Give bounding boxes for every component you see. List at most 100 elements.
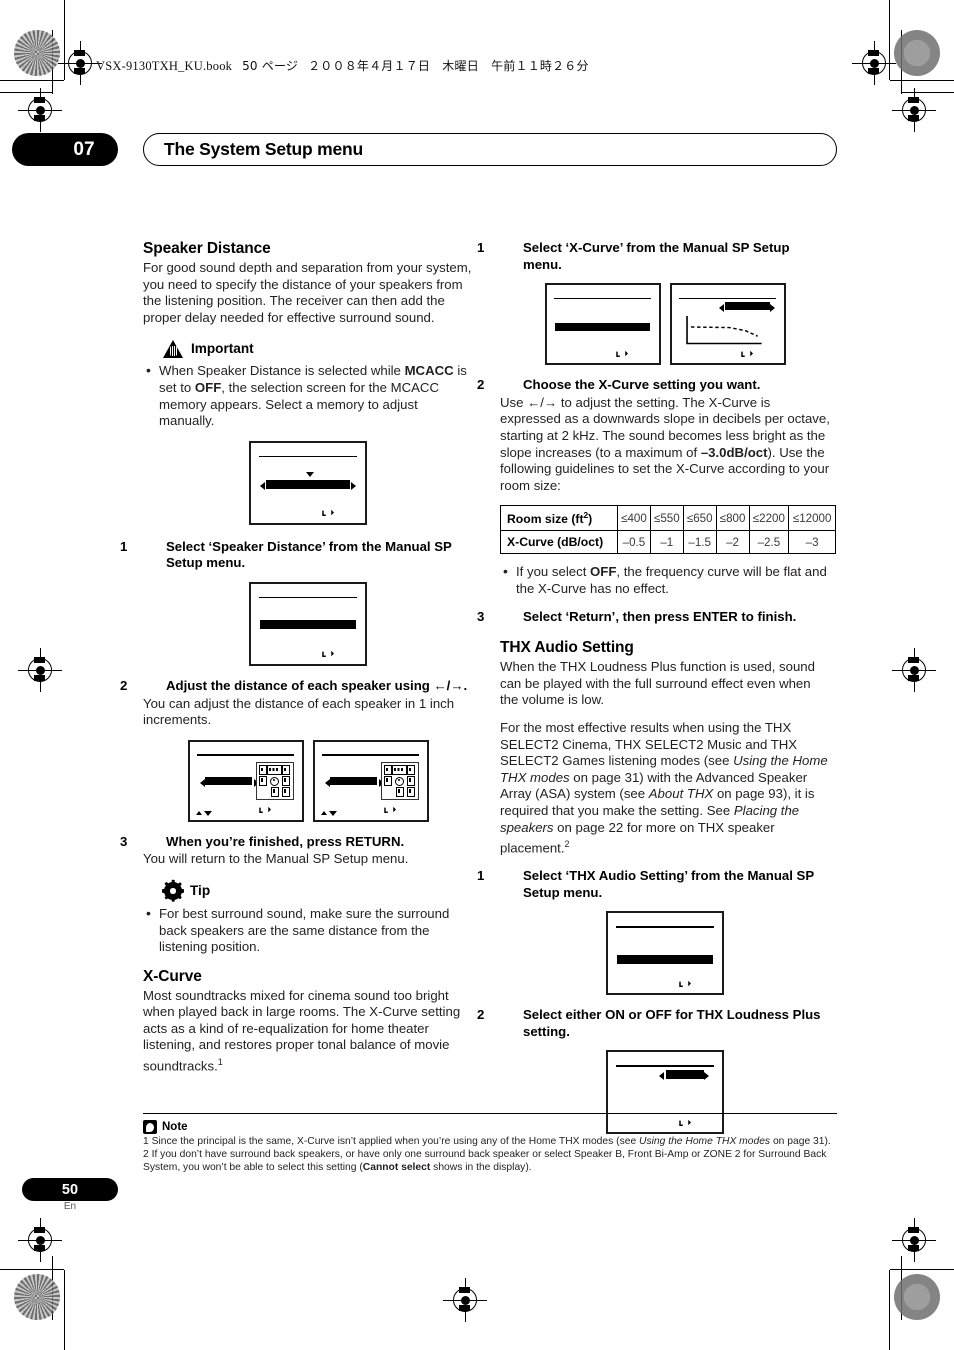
thx-para-1: When the THX Loudness Plus function is u… — [500, 659, 815, 708]
return-icon — [741, 350, 754, 357]
crop-line — [64, 1270, 66, 1350]
return-icon — [384, 806, 397, 814]
crop-line — [0, 80, 64, 82]
density-dot — [894, 30, 940, 76]
step-2-choose-x-curve: 2 Choose the X-Curve setting you want. — [477, 377, 761, 393]
cell-x-curve: –3 — [788, 530, 836, 555]
row-header-x-curve: X-Curve (dB/oct) — [500, 530, 618, 555]
speaker-icon — [407, 776, 416, 787]
cell-room-size: ≤2200 — [748, 505, 790, 532]
speaker-icon — [383, 765, 392, 776]
footnote-divider — [143, 1113, 837, 1115]
note-icon — [143, 1120, 157, 1134]
cell-x-curve: –2.5 — [748, 530, 790, 555]
speaker-icon — [258, 765, 267, 776]
tip-label: Tip — [190, 883, 211, 899]
registration-mark — [892, 1218, 936, 1262]
speaker-icon — [383, 776, 392, 787]
updown-indicator — [196, 810, 213, 816]
registration-mark — [892, 88, 936, 132]
language-label: En — [63, 1201, 77, 1212]
list-item: If you select OFF, the frequency curve w… — [500, 563, 830, 597]
density-dot — [14, 1274, 60, 1320]
step-1-thx-audio-setting: 1 Select ‘THX Audio Setting’ from the Man… — [477, 868, 814, 900]
cell-x-curve: –1.5 — [682, 530, 717, 555]
cell-x-curve: –1 — [649, 530, 684, 555]
listening-position-icon — [395, 776, 405, 786]
cell-room-size: ≤800 — [715, 505, 750, 532]
speaker-distance-intro: For good sound depth and separation from… — [143, 260, 472, 325]
speaker-icon — [282, 786, 291, 797]
density-dot — [894, 1274, 940, 1320]
left-column: Speaker Distance For good sound depth an… — [120, 240, 473, 1086]
speaker-icon — [407, 765, 416, 776]
step-2-body: You can adjust the distance of each spea… — [143, 695, 455, 728]
heading-x-curve: X-Curve — [143, 967, 202, 985]
list-item: When Speaker Distance is selected while … — [143, 362, 473, 429]
speaker-icon — [282, 765, 291, 776]
warning-triangle-icon — [163, 339, 184, 359]
cell-room-size: ≤400 — [617, 505, 651, 532]
speaker-icon — [258, 776, 267, 787]
registration-mark — [852, 41, 896, 85]
manual-page: VSX-9130TXH_KU.book 50 ページ ２００８年４月１７日 木曜… — [0, 0, 954, 1350]
thx-para-2: For the most effective results when usin… — [500, 719, 828, 856]
osd-screen-thx-menu — [606, 911, 724, 996]
print-date: ２００８年４月１７日 木曜日 午前１１時２６分 — [308, 59, 589, 73]
table-row: X-Curve (dB/oct) –0.5 –1 –1.5 –2 –2.5 –3 — [500, 530, 836, 555]
return-icon — [679, 980, 692, 987]
osd-screen-xcurve-graph — [669, 283, 786, 366]
page-number-badge: 50 — [22, 1178, 118, 1201]
osd-screen-xcurve-menu — [544, 283, 661, 366]
cell-x-curve: –0.5 — [617, 530, 651, 555]
gear-icon — [162, 879, 184, 902]
max-slope-value: –3.0dB/oct — [700, 444, 768, 460]
list-item: For best surround sound, make sure the s… — [143, 905, 473, 956]
registration-mark — [18, 1218, 62, 1262]
print-header: VSX-9130TXH_KU.book 50 ページ ２００８年４月１７日 木曜… — [96, 57, 589, 74]
speaker-icon — [407, 786, 416, 797]
updown-indicator — [321, 810, 338, 816]
osd-screen-pair-distance — [143, 739, 473, 822]
page-number-text: 50 — [61, 1181, 79, 1198]
important-label: Important — [191, 341, 254, 357]
heading-speaker-distance: Speaker Distance — [143, 240, 271, 257]
tip-callout-header: Tip — [143, 879, 473, 902]
osd-screen-distance-b — [312, 739, 429, 822]
chapter-number: 07 — [12, 133, 118, 166]
tip-bullet-list: For best surround sound, make sure the s… — [143, 905, 473, 956]
registration-mark — [18, 648, 62, 692]
note-label: Note — [162, 1121, 188, 1133]
speaker-icon — [282, 776, 291, 787]
x-curve-off-bullet: If you select OFF, the frequency curve w… — [500, 563, 830, 597]
page-title: The System Setup menu — [143, 133, 837, 166]
footnote-ref-1: 1 — [217, 1057, 223, 1068]
page-title-text: The System Setup menu — [164, 139, 364, 159]
speaker-icon-center — [267, 765, 283, 776]
heading-thx-audio-setting: THX Audio Setting — [500, 639, 634, 657]
step-2-adjust-distance: 2 Adjust the distance of each speaker usi… — [120, 677, 468, 693]
crop-line — [890, 80, 954, 82]
step-3-finished: 3 When you’re finished, press RETURN. — [120, 833, 405, 849]
step-1-select-x-curve: 1 Select ‘X-Curve’ from the Manual SP Set… — [477, 240, 790, 272]
step-2-thx-loudness-plus: 2 Select either ON or OFF for THX Loudnes… — [477, 1007, 821, 1039]
osd-screen-mcacc-memory — [249, 440, 367, 525]
return-icon — [259, 806, 272, 814]
return-icon — [322, 650, 335, 658]
important-bullet-list: When Speaker Distance is selected while … — [143, 362, 473, 429]
step-2-x-curve-body: Use ←/→ to adjust the setting. The X-Cur… — [500, 394, 830, 493]
footnote-2: 2 If you don’t have surround back speake… — [143, 1148, 827, 1173]
note-callout-header: Note — [143, 1120, 843, 1134]
cell-room-size: ≤12000 — [788, 505, 836, 532]
listening-position-icon — [270, 776, 280, 786]
crop-line — [888, 1270, 890, 1350]
crop-line — [890, 1268, 954, 1270]
density-dot — [14, 30, 60, 76]
cell-room-size: ≤550 — [649, 505, 684, 532]
room-size-table: Room size (ft2) ≤400 ≤550 ≤650 ≤800 ≤220… — [500, 505, 836, 555]
table-row: Room size (ft2) ≤400 ≤550 ≤650 ≤800 ≤220… — [500, 505, 836, 532]
crop-line — [902, 92, 954, 94]
osd-screen-sp-distance-menu — [249, 581, 367, 666]
